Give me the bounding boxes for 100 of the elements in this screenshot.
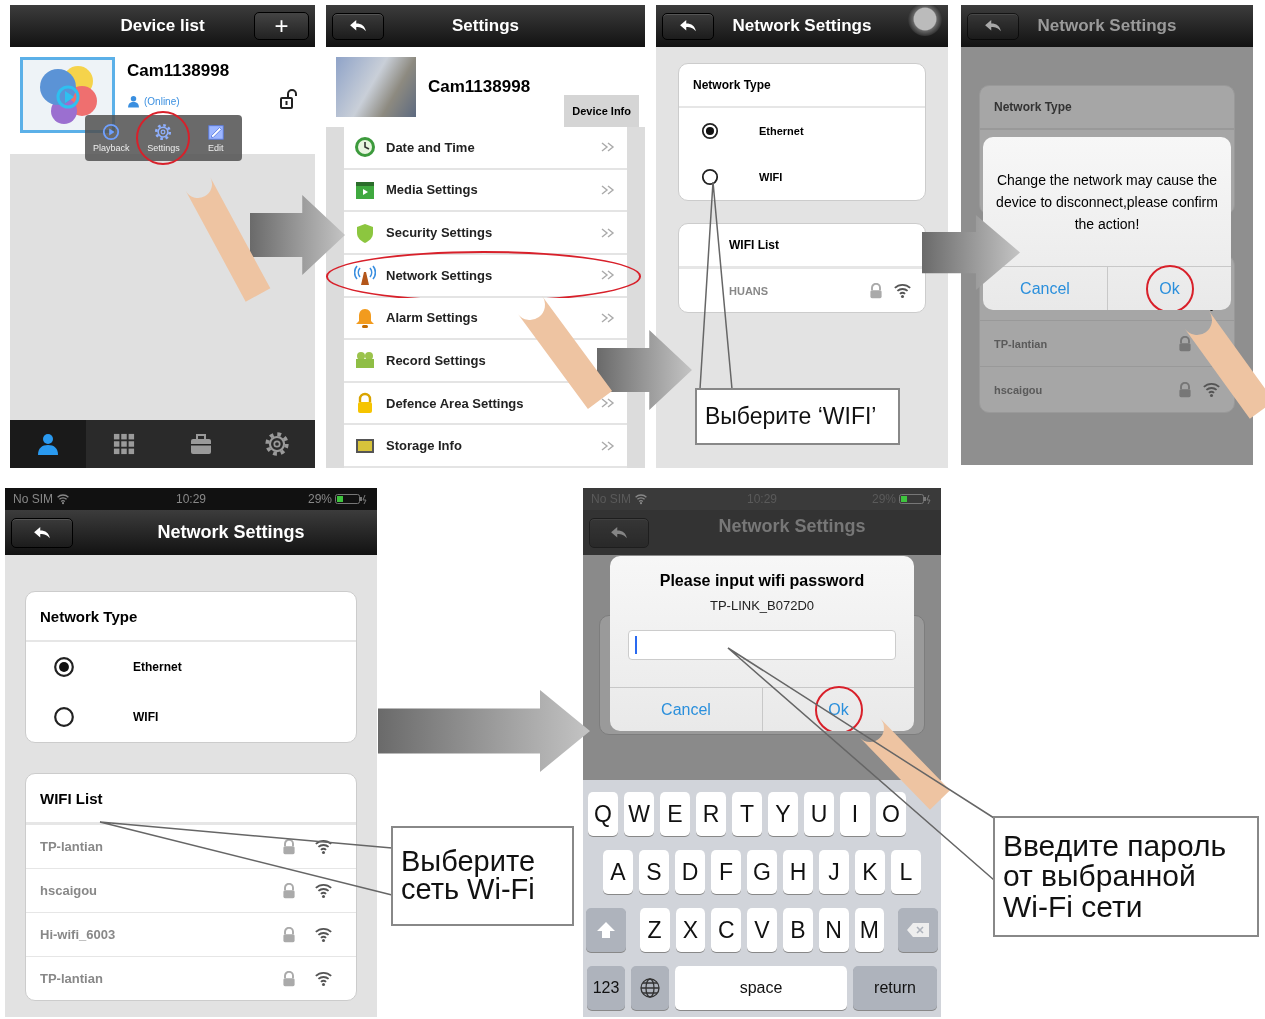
keyboard-key[interactable]: J bbox=[819, 850, 849, 894]
back-button[interactable] bbox=[967, 12, 1019, 40]
keyboard-key[interactable]: S bbox=[639, 850, 669, 894]
back-button[interactable] bbox=[332, 12, 384, 40]
return-key[interactable]: return bbox=[853, 966, 937, 1010]
add-button[interactable]: + bbox=[254, 12, 309, 40]
globe-key[interactable] bbox=[631, 966, 669, 1010]
option-label[interactable]: WIFI bbox=[759, 171, 783, 183]
space-key[interactable]: space bbox=[675, 966, 847, 1010]
dialog-message: Change the network may cause the device to disconnect,please confirm the action! bbox=[995, 170, 1219, 234]
keyboard-key[interactable]: F bbox=[711, 850, 741, 894]
keyboard-key[interactable]: Q bbox=[588, 792, 618, 836]
network-name[interactable]: hscaigou bbox=[40, 883, 263, 898]
chevron-icon bbox=[601, 142, 615, 153]
chevron-icon bbox=[601, 440, 615, 451]
device-info-button[interactable]: Device Info bbox=[564, 95, 639, 127]
keyboard-key[interactable]: C bbox=[711, 908, 742, 952]
chevron-icon bbox=[601, 398, 615, 409]
keyboard-key[interactable]: B bbox=[782, 908, 813, 952]
keyboard-key[interactable]: W bbox=[624, 792, 654, 836]
network-name[interactable]: TP-lantian bbox=[40, 839, 263, 854]
person-icon bbox=[127, 95, 140, 108]
keyboard-key[interactable]: N bbox=[818, 908, 849, 952]
keyboard-key[interactable]: H bbox=[783, 850, 813, 894]
briefcase-icon bbox=[188, 432, 213, 456]
back-button[interactable] bbox=[662, 12, 714, 40]
callout: Введите пароль от выбранной Wi-Fi сети bbox=[993, 816, 1259, 937]
keyboard-key[interactable]: R bbox=[696, 792, 726, 836]
option-label[interactable]: Ethernet bbox=[133, 660, 182, 674]
keyboard-key[interactable]: I bbox=[840, 792, 870, 836]
network-name[interactable]: Hi-wifi_6003 bbox=[40, 927, 263, 942]
wifi-icon bbox=[315, 970, 332, 987]
screen-title: Settings bbox=[451, 16, 520, 36]
person-icon bbox=[36, 432, 61, 456]
chevron-icon bbox=[601, 184, 615, 195]
antenna-icon bbox=[354, 264, 376, 287]
radio-button[interactable] bbox=[701, 122, 719, 140]
back-button[interactable] bbox=[11, 517, 73, 548]
option-label[interactable]: WIFI bbox=[133, 710, 159, 724]
signal-icon bbox=[635, 493, 647, 505]
chevron-icon bbox=[601, 227, 615, 238]
keyboard-key[interactable]: G bbox=[747, 850, 777, 894]
battery-percent: 29% bbox=[307, 492, 332, 506]
keyboard-key[interactable]: L bbox=[891, 850, 921, 894]
preference-item[interactable]: Media Settings bbox=[344, 169, 627, 213]
keyboard-key[interactable]: K bbox=[855, 850, 885, 894]
screen-title: Network Settings bbox=[718, 516, 866, 537]
back-icon bbox=[349, 19, 367, 33]
preference-item[interactable]: Date and Time bbox=[344, 127, 627, 170]
screen-title: Device list bbox=[120, 16, 205, 36]
tab-button[interactable] bbox=[10, 420, 87, 468]
keyboard-key[interactable]: U bbox=[804, 792, 834, 836]
back-icon bbox=[610, 525, 628, 540]
back-icon bbox=[679, 19, 697, 33]
numbers-key[interactable]: 123 bbox=[587, 966, 625, 1010]
text-cursor bbox=[635, 636, 637, 654]
network-name[interactable]: TP-lantian bbox=[40, 971, 263, 986]
keyboard-key[interactable]: D bbox=[675, 850, 705, 894]
section-title: Network Type bbox=[980, 86, 1234, 130]
lock-icon bbox=[1177, 335, 1193, 352]
preference-item[interactable]: Security Settings bbox=[344, 212, 627, 255]
screen-title: Network Settings bbox=[732, 16, 872, 36]
signal-icon bbox=[57, 493, 69, 505]
lock-icon bbox=[868, 282, 884, 299]
keyboard-key[interactable]: A bbox=[603, 850, 633, 894]
floating-button[interactable] bbox=[908, 5, 942, 36]
radio-button[interactable] bbox=[701, 168, 719, 186]
play-icon bbox=[102, 123, 121, 141]
keyboard-key[interactable]: O bbox=[876, 792, 906, 836]
keyboard-key[interactable]: X bbox=[675, 908, 706, 952]
screen-title: Network Settings bbox=[157, 522, 305, 543]
keyboard-key[interactable]: Z bbox=[639, 908, 670, 952]
password-field[interactable] bbox=[628, 630, 896, 660]
lock-icon bbox=[281, 970, 297, 987]
device-name: Cam1138998 bbox=[127, 61, 231, 81]
keyboard-key[interactable]: E bbox=[660, 792, 690, 836]
lock-icon bbox=[281, 926, 297, 943]
carrier-label: No SIM bbox=[13, 492, 53, 506]
keyboard-key[interactable]: Y bbox=[768, 792, 798, 836]
radio-button[interactable] bbox=[53, 656, 75, 678]
keyboard-key[interactable]: M bbox=[854, 908, 885, 952]
wifi-icon bbox=[315, 926, 332, 943]
network-name[interactable]: HUANS bbox=[729, 284, 858, 297]
gear-icon bbox=[263, 431, 290, 457]
battery-icon bbox=[899, 494, 933, 504]
lock-icon bbox=[281, 838, 297, 855]
globe-icon bbox=[639, 977, 661, 999]
preference-item[interactable]: Storage Info bbox=[344, 425, 627, 468]
shift-icon bbox=[595, 921, 616, 939]
device-status: (Online) bbox=[144, 96, 180, 107]
option-label[interactable]: Ethernet bbox=[759, 125, 804, 137]
keyboard-key[interactable]: T bbox=[732, 792, 762, 836]
callout: Выберите сеть Wi-Fi bbox=[391, 826, 574, 926]
keyboard-key[interactable]: V bbox=[747, 908, 777, 952]
wifi-icon bbox=[315, 838, 332, 855]
network-name: TP-LINK_B072D0 bbox=[708, 598, 816, 613]
preference-item[interactable]: Network Settings bbox=[344, 254, 627, 298]
lock-icon bbox=[281, 882, 297, 899]
radio-button[interactable] bbox=[53, 706, 75, 728]
back-icon bbox=[33, 525, 51, 540]
